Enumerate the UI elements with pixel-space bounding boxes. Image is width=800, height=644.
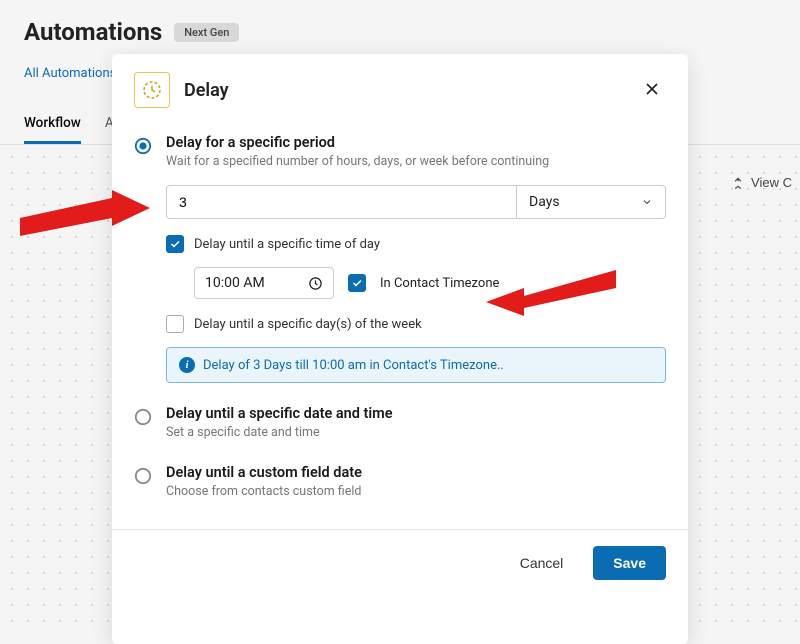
option-subtitle: Wait for a specified number of hours, da…: [166, 154, 666, 169]
option-subtitle: Choose from contacts custom field: [166, 484, 666, 499]
option-title: Delay for a specific period: [166, 134, 666, 151]
radio-unselected-icon[interactable]: [134, 467, 152, 485]
cancel-button[interactable]: Cancel: [504, 546, 580, 580]
modal-body: Delay for a specific period Wait for a s…: [112, 122, 688, 529]
delay-modal: Delay Delay for a specific period Wait f…: [112, 54, 688, 644]
modal-footer: Cancel Save: [112, 529, 688, 596]
option-specific-period[interactable]: Delay for a specific period Wait for a s…: [134, 122, 666, 181]
next-gen-badge: Next Gen: [174, 23, 239, 42]
delay-until-dow-checkbox[interactable]: [166, 315, 184, 333]
page-title-row: Automations Next Gen: [24, 18, 776, 46]
chevron-down-icon: [641, 196, 653, 208]
option-content: Delay for a specific period Wait for a s…: [166, 134, 666, 169]
check-icon: [169, 238, 181, 250]
time-sub-row: 10:00 AM In Contact Timezone: [194, 267, 666, 299]
unit-value: Days: [529, 194, 560, 210]
option-custom-field[interactable]: Delay until a custom field date Choose f…: [134, 452, 666, 511]
delay-summary-info: i Delay of 3 Days till 10:00 am in Conta…: [166, 347, 666, 383]
delay-until-dow-label: Delay until a specific day(s) of the wee…: [194, 317, 422, 332]
duration-input[interactable]: [166, 185, 516, 219]
info-text: Delay of 3 Days till 10:00 am in Contact…: [203, 358, 504, 373]
contact-timezone-label: In Contact Timezone: [380, 276, 499, 291]
delay-icon: [134, 72, 170, 108]
time-value: 10:00 AM: [205, 275, 265, 291]
modal-header: Delay: [112, 54, 688, 122]
close-icon: [642, 79, 662, 99]
delay-until-dow-row[interactable]: Delay until a specific day(s) of the wee…: [166, 315, 666, 333]
info-icon: i: [179, 357, 195, 373]
modal-backdrop: Delay Delay for a specific period Wait f…: [0, 54, 800, 644]
duration-unit-select[interactable]: Days: [516, 185, 666, 219]
delay-until-time-row[interactable]: Delay until a specific time of day: [166, 235, 666, 253]
option-title: Delay until a specific date and time: [166, 405, 666, 422]
delay-until-time-checkbox[interactable]: [166, 235, 184, 253]
check-icon: [351, 277, 363, 289]
time-input[interactable]: 10:00 AM: [194, 267, 334, 299]
option-specific-datetime[interactable]: Delay until a specific date and time Set…: [134, 393, 666, 452]
radio-selected-icon[interactable]: [134, 137, 152, 155]
contact-timezone-checkbox[interactable]: [348, 274, 366, 292]
option-title: Delay until a custom field date: [166, 464, 666, 481]
page-title: Automations: [24, 18, 162, 46]
duration-row: Days: [166, 185, 666, 219]
clock-icon: [308, 276, 323, 291]
save-button[interactable]: Save: [593, 546, 666, 580]
radio-unselected-icon[interactable]: [134, 408, 152, 426]
option-subtitle: Set a specific date and time: [166, 425, 666, 440]
close-button[interactable]: [638, 75, 666, 106]
option-content: Delay until a custom field date Choose f…: [166, 464, 666, 499]
delay-until-time-label: Delay until a specific time of day: [194, 237, 380, 252]
option-content: Delay until a specific date and time Set…: [166, 405, 666, 440]
specific-period-controls: Days Delay until a specific time of day …: [166, 185, 666, 383]
modal-title: Delay: [184, 80, 229, 101]
